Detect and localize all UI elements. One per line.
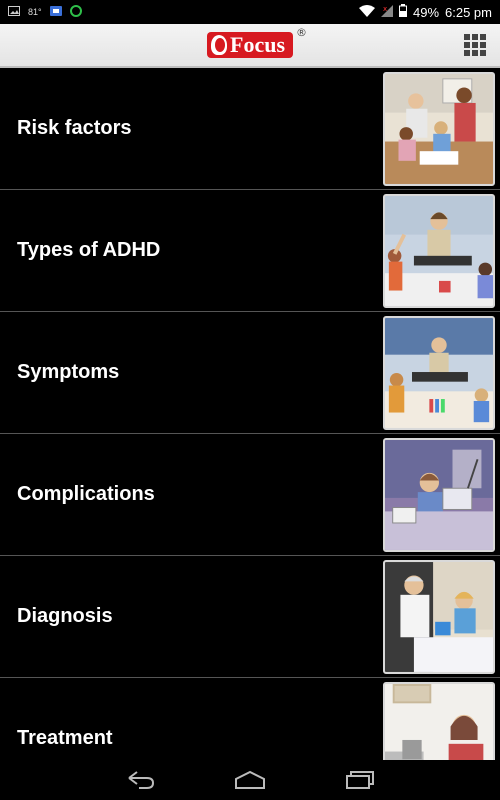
recents-icon[interactable] (340, 766, 380, 794)
classroom-students-image (383, 315, 495, 430)
wifi-icon (358, 4, 375, 20)
home-icon[interactable] (230, 766, 270, 794)
counselor-office-image (383, 681, 495, 760)
focus-logo: Focus ® (207, 26, 307, 58)
clock: 6:25 pm (445, 4, 492, 20)
sync-notification-icon (69, 4, 82, 20)
list-item-label: Treatment (17, 727, 113, 749)
registered-mark: ® (296, 26, 307, 39)
list-item-types-of-adhd[interactable]: Types of ADHD (0, 190, 500, 312)
system-status: x 49% 6:25 pm (358, 4, 492, 20)
list-item-label: Diagnosis (17, 605, 113, 627)
list-item-diagnosis[interactable]: Diagnosis (0, 556, 500, 678)
temperature-text: 81° (28, 7, 42, 17)
status-bar: 81° x 49% 6:25 pm (0, 0, 500, 24)
list-item-label: Symptoms (17, 361, 120, 383)
app-notification-icon (49, 5, 62, 19)
family-at-table-image (383, 71, 495, 186)
child-at-desk-image (383, 437, 495, 552)
grid-menu-icon[interactable] (464, 34, 486, 56)
signal-icon: x (380, 4, 393, 20)
list-item-risk-factors[interactable]: Risk factors (0, 68, 500, 190)
app-header: Focus ® (0, 24, 500, 68)
list-item-complications[interactable]: Complications (0, 434, 500, 556)
svg-text:x: x (383, 5, 387, 13)
battery-percent: 49% (412, 4, 440, 20)
list-item-symptoms[interactable]: Symptoms (0, 312, 500, 434)
battery-icon (398, 4, 407, 20)
image-notification-icon (8, 5, 20, 19)
list-item-treatment[interactable]: Treatment (0, 678, 500, 760)
logo-text: Focus (230, 32, 285, 57)
list-item-label: Complications (17, 483, 155, 505)
notification-icons: 81° (8, 4, 82, 20)
back-icon[interactable] (120, 766, 160, 794)
list-item-label: Types of ADHD (17, 239, 161, 261)
system-nav-bar (0, 760, 500, 800)
list-item-label: Risk factors (17, 117, 132, 139)
head-profile-icon (211, 35, 227, 55)
doctor-child-image (383, 559, 495, 674)
teacher-classroom-image (383, 193, 495, 308)
topic-list: Risk factors Types of ADHD Symptoms Comp… (0, 68, 500, 760)
